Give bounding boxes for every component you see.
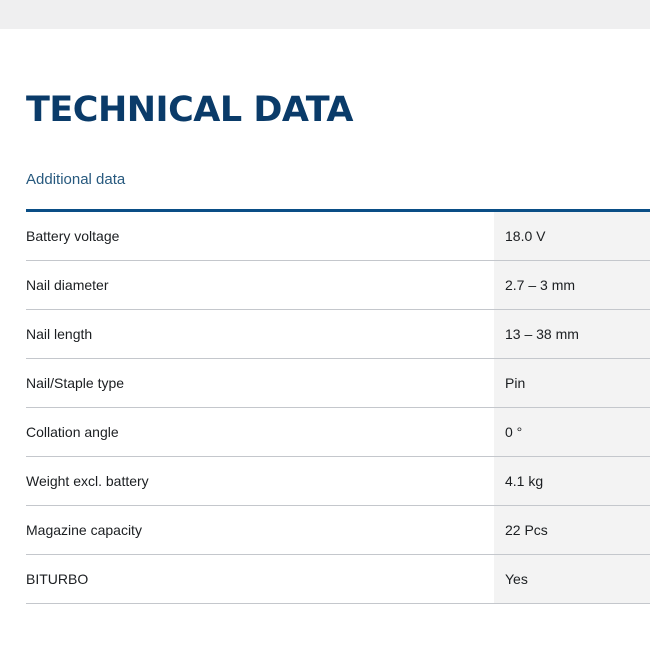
spec-value-cell: 22 Pcs bbox=[494, 506, 650, 554]
spec-value: 18.0 V bbox=[505, 228, 546, 244]
table-row: Collation angle 0 ° bbox=[26, 408, 650, 457]
spec-label: Nail diameter bbox=[26, 261, 494, 309]
table-row: Magazine capacity 22 Pcs bbox=[26, 506, 650, 555]
table-row: BITURBO Yes bbox=[26, 555, 650, 604]
spec-value: Pin bbox=[505, 375, 526, 391]
table-row: Battery voltage 18.0 V bbox=[26, 212, 650, 261]
table-row: Nail diameter 2.7 – 3 mm bbox=[26, 261, 650, 310]
spec-value: 0 ° bbox=[505, 424, 523, 440]
spec-label: BITURBO bbox=[26, 555, 494, 603]
spec-value-cell: 18.0 V bbox=[494, 212, 650, 260]
technical-data-table: Battery voltage 18.0 V Nail diameter 2.7… bbox=[26, 209, 650, 604]
table-row: Weight excl. battery 4.1 kg bbox=[26, 457, 650, 506]
spec-value: 22 Pcs bbox=[505, 522, 548, 538]
spec-label: Collation angle bbox=[26, 408, 494, 456]
spec-value: 13 – 38 mm bbox=[505, 326, 579, 342]
spec-value-cell: 2.7 – 3 mm bbox=[494, 261, 650, 309]
spec-value: Yes bbox=[505, 571, 528, 587]
spec-value: 2.7 – 3 mm bbox=[505, 277, 576, 293]
table-row: Nail length 13 – 38 mm bbox=[26, 310, 650, 359]
additional-data-link[interactable]: Additional data bbox=[26, 170, 125, 190]
table-row: Nail/Staple type Pin bbox=[26, 359, 650, 408]
spec-label: Nail/Staple type bbox=[26, 359, 494, 407]
spec-value: 4.1 kg bbox=[505, 473, 544, 489]
spec-label: Battery voltage bbox=[26, 212, 494, 260]
spec-label: Weight excl. battery bbox=[26, 457, 494, 505]
spec-value-cell: 13 – 38 mm bbox=[494, 310, 650, 358]
spec-label: Nail length bbox=[26, 310, 494, 358]
spec-value-cell: 4.1 kg bbox=[494, 457, 650, 505]
spec-value-cell: Pin bbox=[494, 359, 650, 407]
spec-label: Magazine capacity bbox=[26, 506, 494, 554]
spec-value-cell: Yes bbox=[494, 555, 650, 603]
top-bar bbox=[0, 0, 650, 29]
page-title: TECHNICAL DATA bbox=[26, 90, 354, 130]
spec-value-cell: 0 ° bbox=[494, 408, 650, 456]
